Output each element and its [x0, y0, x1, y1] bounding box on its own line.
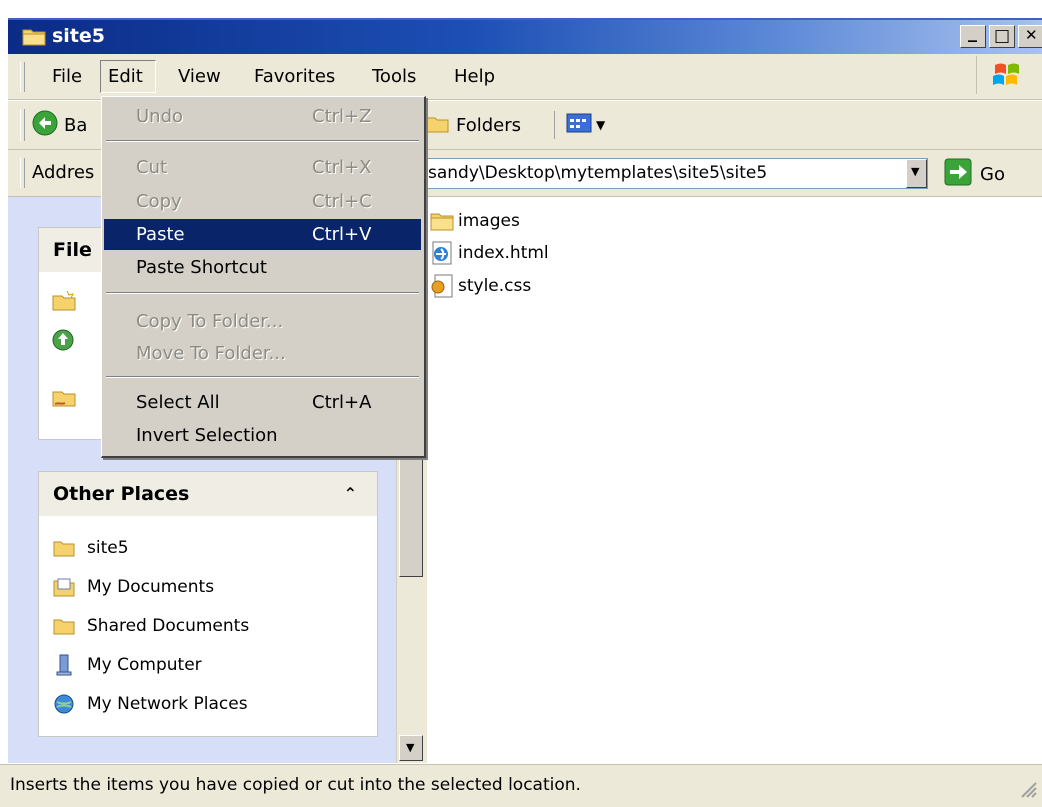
menu-separator	[106, 292, 419, 294]
folders-label: Folders	[456, 114, 522, 136]
title-bar[interactable]: site5 _ □ ✕	[8, 18, 1042, 54]
menu-item-undo[interactable]: Undo Ctrl+Z	[104, 101, 421, 132]
menu-item-copy-to-folder[interactable]: Copy To Folder...	[104, 306, 421, 337]
menu-separator	[106, 140, 419, 142]
chevron-down-icon: ▼	[406, 741, 415, 754]
chevron-down-icon: ▼	[911, 165, 920, 178]
scroll-down-button[interactable]: ▼	[399, 735, 423, 761]
address-dropdown-button[interactable]: ▼	[906, 159, 927, 188]
my-computer-icon	[56, 654, 72, 676]
publish-web-icon[interactable]	[51, 328, 75, 357]
menu-favorites[interactable]: Favorites	[254, 66, 335, 87]
go-arrow-icon	[944, 158, 972, 191]
status-text: Inserts the items you have copied or cut…	[10, 775, 581, 795]
windows-logo	[976, 56, 1037, 94]
file-name: images	[458, 211, 520, 231]
other-place-shared-documents[interactable]: Shared Documents	[53, 611, 249, 641]
collapse-icon[interactable]: ⌃	[344, 472, 357, 516]
address-label: Addres	[32, 162, 95, 183]
html-file-icon	[432, 241, 452, 265]
back-label: Ba	[64, 114, 88, 136]
maximize-button[interactable]: □	[989, 25, 1015, 48]
views-button[interactable]: ▼	[566, 109, 605, 141]
other-place-my-computer[interactable]: My Computer	[53, 650, 202, 680]
other-place-my-documents[interactable]: My Documents	[53, 572, 214, 602]
file-item-style-css[interactable]: style.css	[430, 271, 531, 301]
menu-tools[interactable]: Tools	[372, 66, 416, 87]
folder-icon	[22, 26, 46, 51]
status-bar: Inserts the items you have copied or cut…	[0, 764, 1042, 807]
place-label: My Network Places	[87, 694, 248, 714]
views-icon	[566, 112, 594, 139]
views-dropdown-icon: ▼	[596, 118, 606, 132]
toolbar-grip[interactable]	[20, 62, 25, 92]
other-places-header[interactable]: Other Places ⌃	[39, 472, 377, 516]
file-tasks-title: File	[53, 239, 92, 261]
folder-icon	[430, 213, 454, 231]
close-button[interactable]: ✕	[1018, 25, 1042, 48]
css-file-icon	[431, 274, 453, 298]
minimize-button[interactable]: _	[960, 22, 986, 48]
resize-grip-icon[interactable]	[1018, 779, 1038, 804]
folders-button[interactable]: Folders	[424, 107, 521, 143]
maximize-icon: □	[994, 26, 1011, 46]
my-documents-icon	[53, 578, 75, 597]
menu-item-select-all[interactable]: Select All Ctrl+A	[104, 387, 421, 418]
menu-item-paste[interactable]: Paste Ctrl+V	[104, 219, 421, 250]
file-name: index.html	[458, 243, 549, 263]
place-label: My Documents	[87, 577, 215, 597]
menu-item-paste-shortcut[interactable]: Paste Shortcut	[104, 252, 421, 283]
toolbar-separator	[554, 111, 555, 139]
other-places-title: Other Places	[53, 483, 190, 505]
place-label: Shared Documents	[87, 616, 250, 636]
file-name: style.css	[458, 276, 532, 296]
place-label: My Computer	[87, 655, 202, 675]
menu-help[interactable]: Help	[454, 66, 495, 87]
menu-bar: File Edit View Favorites Tools Help	[8, 54, 1042, 100]
menu-item-cut[interactable]: Cut Ctrl+X	[104, 152, 421, 183]
address-input[interactable]: sandy\Desktop\mytemplates\site5\site5	[413, 158, 928, 189]
go-label: Go	[980, 163, 1005, 185]
place-label: site5	[87, 538, 129, 558]
shared-folder-icon	[53, 619, 75, 635]
back-button[interactable]: Ba	[32, 107, 87, 143]
file-item-images[interactable]: images	[430, 206, 520, 236]
window-title: site5	[52, 25, 106, 47]
menu-separator	[106, 376, 419, 378]
other-place-my-network-places[interactable]: My Network Places	[53, 689, 248, 719]
menu-file[interactable]: File	[52, 66, 82, 87]
other-place-site5[interactable]: site5	[53, 533, 129, 563]
file-item-index-html[interactable]: index.html	[430, 238, 549, 268]
go-button[interactable]: Go	[944, 158, 1005, 190]
close-icon: ✕	[1025, 26, 1038, 44]
toolbar-grip[interactable]	[20, 158, 25, 188]
other-places-panel: Other Places ⌃ site5 My Documents Shared…	[38, 471, 378, 737]
share-folder-icon[interactable]	[51, 386, 77, 413]
new-folder-icon[interactable]	[51, 290, 77, 317]
back-arrow-icon	[32, 110, 58, 141]
minimize-icon: _	[968, 22, 977, 43]
menu-item-copy[interactable]: Copy Ctrl+C	[104, 186, 421, 217]
menu-item-invert-selection[interactable]: Invert Selection	[104, 420, 421, 451]
address-value: sandy\Desktop\mytemplates\site5\site5	[428, 163, 768, 183]
menu-item-move-to-folder[interactable]: Move To Folder...	[104, 338, 421, 369]
toolbar-grip[interactable]	[20, 109, 25, 141]
folder-icon	[53, 541, 75, 557]
folders-icon	[424, 112, 450, 139]
edit-menu: Undo Ctrl+Z Cut Ctrl+X Copy Ctrl+C Paste…	[101, 96, 426, 458]
menu-edit[interactable]: Edit	[108, 66, 143, 87]
network-places-icon	[54, 694, 74, 714]
menu-view[interactable]: View	[178, 66, 221, 87]
